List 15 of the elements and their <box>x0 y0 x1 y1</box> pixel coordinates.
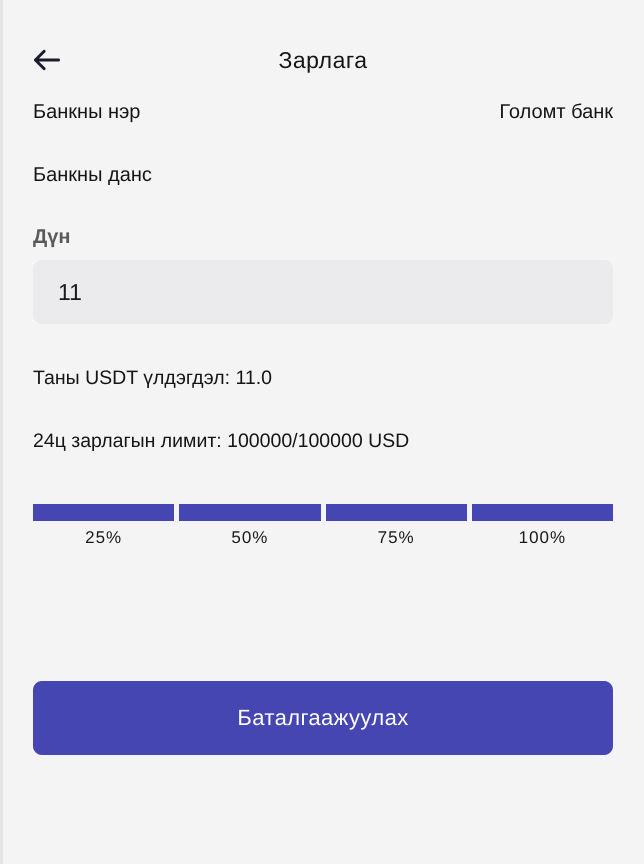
detail-label: Банкны данс <box>33 162 152 186</box>
back-arrow-icon <box>34 47 60 73</box>
amount-label: Дүн <box>33 225 72 249</box>
info-text: 24ц зарлагын лимит: 100000/100000 USD <box>33 429 410 453</box>
detail-value: Голомт банк <box>499 100 613 124</box>
back-button[interactable] <box>34 47 60 73</box>
amount-field[interactable]: 11 <box>33 260 613 324</box>
page-title: Зарлага <box>278 46 368 74</box>
percent-button[interactable]: 100% <box>472 504 613 548</box>
percent-button[interactable]: 75% <box>326 504 467 548</box>
percent-button[interactable]: 25% <box>33 504 174 548</box>
detail-label: Банкны нэр <box>33 100 140 124</box>
percent-button[interactable]: 50% <box>179 504 320 548</box>
confirm-button[interactable]: Баталгаажуулах <box>33 681 613 755</box>
info-text: Таны USDT үлдэгдэл: 11.0 <box>33 366 273 390</box>
